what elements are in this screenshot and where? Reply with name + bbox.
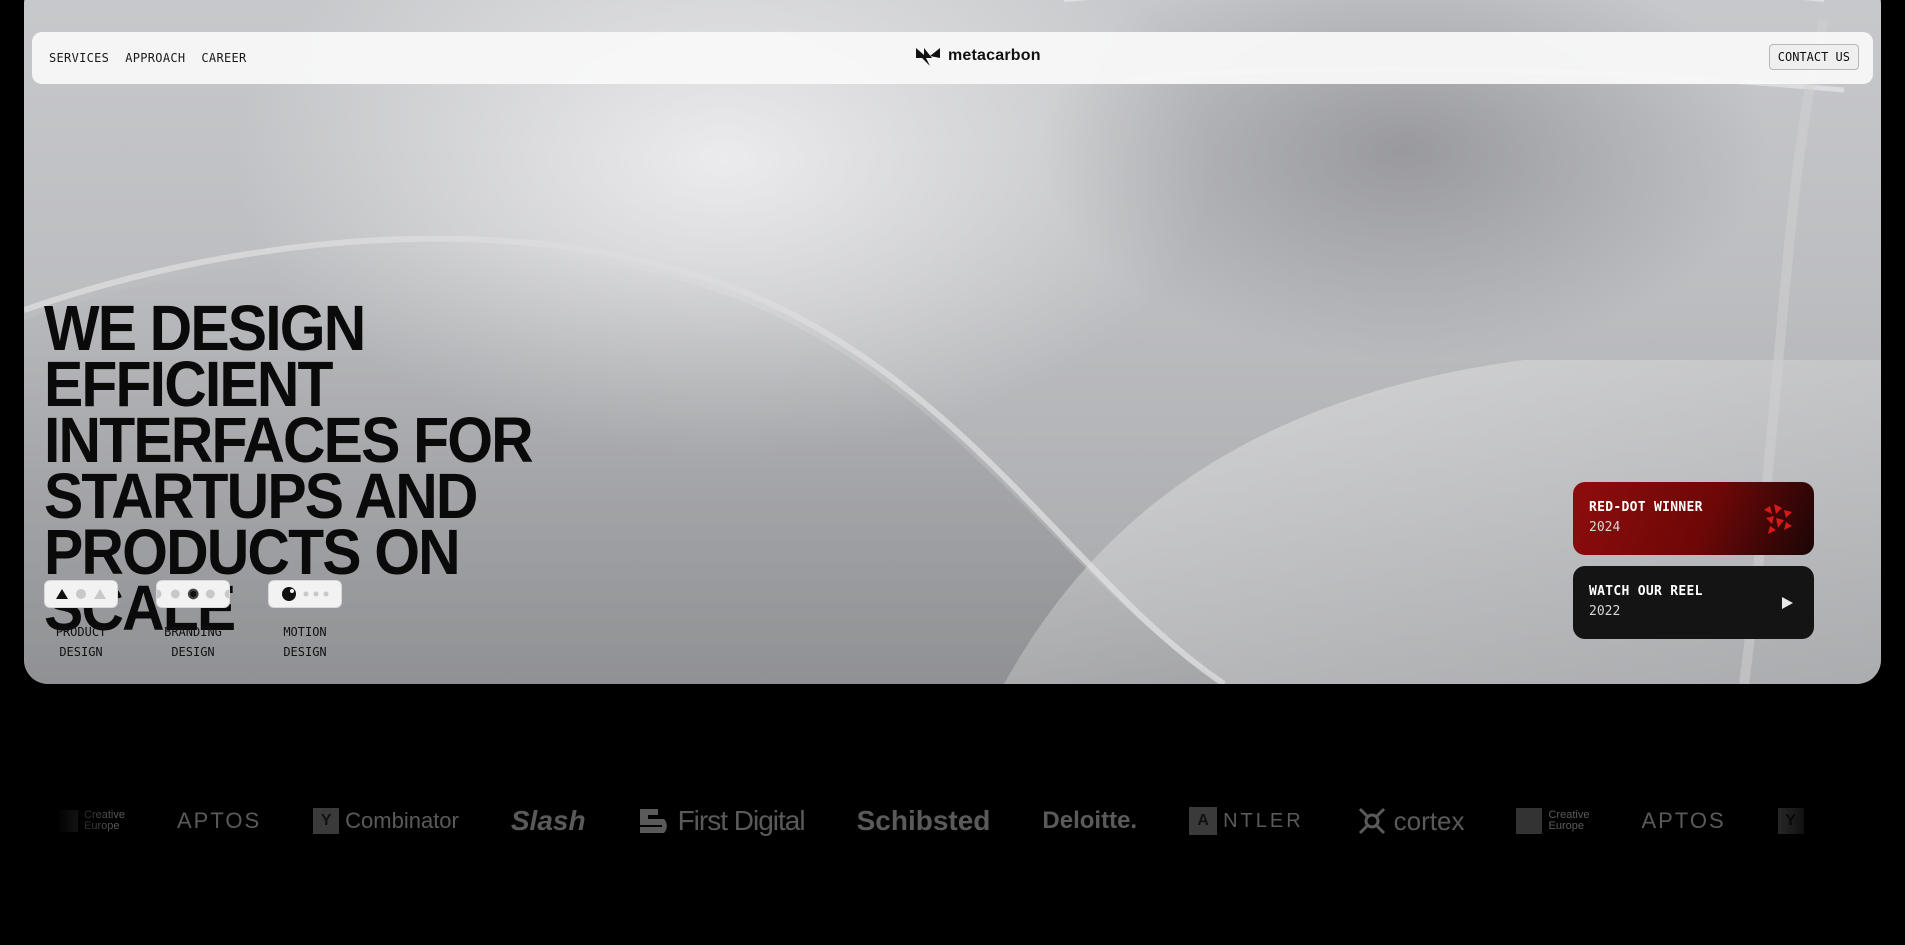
watch-reel-card[interactable]: WATCH OUR REEL 2022 [1573, 566, 1814, 639]
award-year: 2024 [1589, 520, 1621, 535]
logo-ycombinator: Y Combinator [313, 808, 459, 834]
logo-line: Europe [84, 820, 120, 832]
logo-text: NTLER [1223, 809, 1304, 832]
logo-text: APTOS [1641, 808, 1726, 833]
brand-name: metacarbon [948, 47, 1041, 64]
logo-creative-europe: Creative Europe [1516, 808, 1589, 834]
contact-us-button[interactable]: CONTACT US [1768, 44, 1859, 70]
service-label: PRODUCT DESIGN [56, 622, 107, 662]
logo-aptos: APTOS [1641, 808, 1725, 834]
nav-link-services[interactable]: SERVICES [49, 51, 109, 65]
reel-year: 2022 [1589, 604, 1621, 619]
reel-title: WATCH OUR REEL [1589, 584, 1703, 599]
logo-text: cortex [1393, 805, 1465, 836]
product-design-icon [44, 580, 118, 608]
service-product-design[interactable]: PRODUCT DESIGN [44, 580, 118, 662]
logo-stack-text: Creative Europe [1548, 810, 1589, 832]
logo-text: Deloitte. [1042, 807, 1138, 834]
logo-stack-text: Creative Europe [84, 810, 125, 832]
nav-link-career[interactable]: CAREER [201, 51, 246, 65]
logo-line: Europe [1548, 820, 1584, 832]
logo-creative-europe: Creative Europe [56, 810, 125, 832]
logo-antler: A NTLER [1189, 807, 1304, 835]
service-label: MOTION DESIGN [283, 622, 326, 662]
logo-text: APTOS [176, 808, 262, 833]
play-icon[interactable] [1780, 596, 1794, 610]
service-label-line: BRANDING [164, 625, 222, 639]
service-label: BRANDING DESIGN [164, 622, 222, 662]
logo-slash: Slash [511, 805, 586, 837]
nav-link-approach[interactable]: APPROACH [125, 51, 185, 65]
logo-cortex: cortex [1356, 805, 1465, 837]
service-motion-design[interactable]: MOTION DESIGN [268, 580, 342, 662]
logo-text: Combinator [345, 808, 459, 833]
logo-schibsted: Schibsted [857, 805, 991, 837]
metacarbon-logo-icon [916, 48, 940, 66]
motion-design-icon [268, 580, 342, 608]
top-navbar: SERVICES APPROACH CAREER metacarbon CONT… [32, 32, 1873, 84]
branding-design-icon [156, 580, 230, 608]
logo-ycombinator: Y [1777, 808, 1804, 834]
service-label-line: DESIGN [283, 645, 327, 659]
first-digital-icon [639, 809, 667, 833]
services-list: PRODUCT DESIGN BRANDING DESIGN MOTION DE… [44, 580, 342, 662]
ycombinator-icon: Y [313, 808, 340, 834]
headline-line: WE DESIGN EFFICIENT [44, 292, 366, 420]
service-label-line: MOTION [283, 625, 327, 639]
logo-text: Slash [510, 805, 586, 836]
creative-europe-icon [56, 810, 78, 832]
red-dot-award-icon [1764, 504, 1792, 534]
award-title: RED-DOT WINNER [1589, 500, 1703, 515]
logo-text: Schibsted [856, 805, 991, 836]
client-logos-strip: Creative Europe APTOS Y Combinator Slash… [56, 796, 1824, 846]
nav-links: SERVICES APPROACH CAREER [49, 32, 247, 84]
service-label-line: PRODUCT [55, 625, 107, 639]
creative-europe-icon [1516, 808, 1543, 834]
logo-deloitte: Deloitte. [1042, 807, 1137, 835]
antler-icon: A [1189, 807, 1218, 835]
cortex-icon [1358, 807, 1385, 835]
service-label-line: DESIGN [171, 645, 215, 659]
brand-logo[interactable]: metacarbon [916, 46, 1041, 66]
service-branding-design[interactable]: BRANDING DESIGN [156, 580, 230, 662]
logo-first-digital: First Digital [638, 805, 806, 837]
logo-aptos: APTOS [177, 808, 261, 834]
ycombinator-icon: Y [1777, 808, 1804, 834]
red-dot-award-card[interactable]: RED-DOT WINNER 2024 [1573, 482, 1814, 555]
logo-text: First Digital [677, 805, 806, 836]
service-label-line: DESIGN [59, 645, 103, 659]
